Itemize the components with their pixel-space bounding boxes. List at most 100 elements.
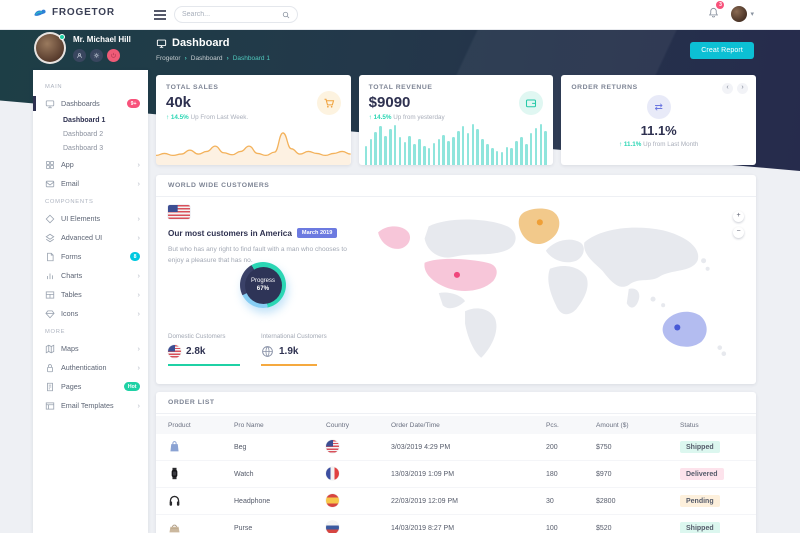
sidebar-badge: Hot	[124, 382, 140, 391]
revenue-bar	[442, 135, 445, 165]
revenue-bar	[530, 133, 533, 165]
chevron-down-icon[interactable]: ▾	[750, 10, 754, 18]
order-date: 14/03/2019 8:27 PM	[391, 525, 546, 532]
sidebar-item-label: App	[61, 160, 132, 169]
menu-toggle-icon[interactable]	[154, 10, 166, 22]
sidebar-item-tables[interactable]: Tables›	[33, 285, 148, 304]
chevron-right-icon: ›	[138, 160, 141, 169]
top-navbar: FROGETOR 3 ▾	[0, 0, 800, 30]
sidebar-item-email-templates[interactable]: Email Templates›	[33, 396, 148, 415]
sidebar-item-maps[interactable]: Maps›	[33, 339, 148, 358]
chevron-right-icon: ›	[138, 271, 141, 280]
order-date: 22/03/2019 12:09 PM	[391, 498, 546, 505]
table-row: Headphone22/03/2019 12:09 PM30$2800Pendi…	[156, 488, 756, 515]
sidebar-item-icons[interactable]: Icons ›	[33, 304, 148, 323]
progress-value: 67%	[257, 285, 269, 292]
map-icon	[45, 344, 55, 354]
search-input[interactable]	[182, 11, 282, 18]
prev-arrow-button[interactable]: ‹	[722, 83, 733, 94]
map-country-alaska	[378, 226, 410, 249]
amount-value: $750	[596, 444, 680, 451]
world-heading: Our most customers in America	[168, 229, 292, 238]
table-icon	[45, 290, 55, 300]
search-icon[interactable]	[282, 11, 290, 19]
amount-value: $970	[596, 471, 680, 478]
revenue-bar	[472, 124, 475, 165]
amount-value: $2800	[596, 498, 680, 505]
pcs-value: 100	[546, 525, 596, 532]
revenue-bar	[467, 133, 470, 165]
card-title: TOTAL SALES	[156, 75, 351, 91]
create-report-button[interactable]: Creat Report	[690, 42, 754, 59]
progress-label: Progress	[251, 278, 275, 284]
chevron-right-icon: ›	[138, 309, 141, 318]
column-header-pro-name: Pro Name	[234, 422, 326, 429]
sidebar-item-advanced-ui[interactable]: Advanced UI›	[33, 228, 148, 247]
revenue-bar	[374, 132, 377, 165]
sidebar-item-label: Icons	[61, 309, 132, 318]
sidebar-item-dashboards[interactable]: Dashboards9+	[33, 94, 148, 113]
card-title: TOTAL REVENUE	[359, 75, 554, 91]
breadcrumb-item[interactable]: Dashboard 1	[233, 55, 270, 62]
world-wide-customers-panel: WORLD WIDE CUSTOMERS Our most customers …	[156, 175, 756, 384]
pages-icon	[45, 382, 55, 392]
user-avatar-large[interactable]	[34, 32, 66, 64]
international-customers-stat: International Customers 1.9k	[261, 333, 327, 366]
breadcrumb-separator: ›	[227, 55, 229, 62]
logout-button[interactable]	[107, 49, 120, 62]
revenue-bar	[501, 152, 504, 165]
brand-logo[interactable]: FROGETOR	[33, 7, 115, 18]
user-avatar-small[interactable]	[731, 6, 747, 22]
frog-logo-icon	[33, 8, 47, 18]
breadcrumb-item[interactable]: Dashboard	[191, 55, 223, 62]
sidebar-subitem-dashboard-2[interactable]: Dashboard 2	[33, 127, 148, 141]
notifications-button[interactable]: 3	[708, 5, 719, 23]
sidebar-item-label: Charts	[61, 271, 132, 280]
sidebar-subitem-dashboard-3[interactable]: Dashboard 3	[33, 141, 148, 155]
world-map: + −	[368, 203, 742, 371]
chevron-right-icon: ›	[138, 214, 141, 223]
chevron-right-icon: ›	[138, 401, 141, 410]
map-country-greenland	[519, 209, 560, 244]
sidebar-item-forms[interactable]: Forms8	[33, 247, 148, 266]
revenue-bar	[384, 136, 387, 165]
power-icon	[110, 52, 117, 59]
order-returns-value: 11.1%	[561, 123, 756, 138]
domestic-customers-stat: Domestic Customers 2.8k	[168, 333, 240, 366]
next-arrow-button[interactable]: ›	[737, 83, 748, 94]
sidebar-item-email[interactable]: Email›	[33, 174, 148, 193]
order-returns-card: ORDER RETURNS ‹ › ⇄ 11.1% ↑ 11.1% Up fro…	[561, 75, 756, 165]
panel-title: WORLD WIDE CUSTOMERS	[156, 175, 756, 197]
breadcrumb-item[interactable]: Frogetor	[156, 55, 181, 62]
status-badge: Shipped	[680, 522, 720, 533]
sidebar-badge: 8	[130, 252, 140, 261]
sidebar-subitem-dashboard-1[interactable]: Dashboard 1	[33, 113, 148, 127]
cart-icon	[323, 97, 335, 109]
sidebar-item-ui-elements[interactable]: UI Elements›	[33, 209, 148, 228]
sidebar-item-authentication[interactable]: Authentication›	[33, 358, 148, 377]
bag-icon	[168, 440, 234, 455]
table-row: Purse14/03/2019 8:27 PM100$520Shipped	[156, 515, 756, 533]
breadcrumb: Frogetor›Dashboard›Dashboard 1	[156, 55, 270, 62]
settings-button[interactable]	[90, 49, 103, 62]
revenue-bar	[365, 146, 368, 165]
map-zoom-out-button[interactable]: −	[733, 227, 744, 238]
sidebar-item-pages[interactable]: PagesHot	[33, 377, 148, 396]
map-zoom-in-button[interactable]: +	[733, 211, 744, 222]
pcs-value: 180	[546, 471, 596, 478]
sidebar-item-label: Dashboards	[61, 99, 121, 108]
us-flag-icon	[168, 205, 190, 219]
sidebar-item-app[interactable]: App ›	[33, 155, 148, 174]
map-country-australia	[663, 312, 707, 347]
sidebar-item-charts[interactable]: Charts ›	[33, 266, 148, 285]
world-map-svg	[368, 203, 742, 371]
profile-button[interactable]	[73, 49, 86, 62]
page-header: Dashboard Frogetor›Dashboard›Dashboard 1	[156, 37, 270, 62]
revenue-bar	[413, 144, 416, 165]
sidebar-section-label: COMPONENTS	[33, 193, 148, 209]
status-badge: Delivered	[680, 468, 724, 480]
brand-name: FROGETOR	[52, 7, 115, 18]
chevron-right-icon: ›	[138, 344, 141, 353]
revenue-bar	[481, 139, 484, 165]
revenue-bar	[525, 144, 528, 165]
